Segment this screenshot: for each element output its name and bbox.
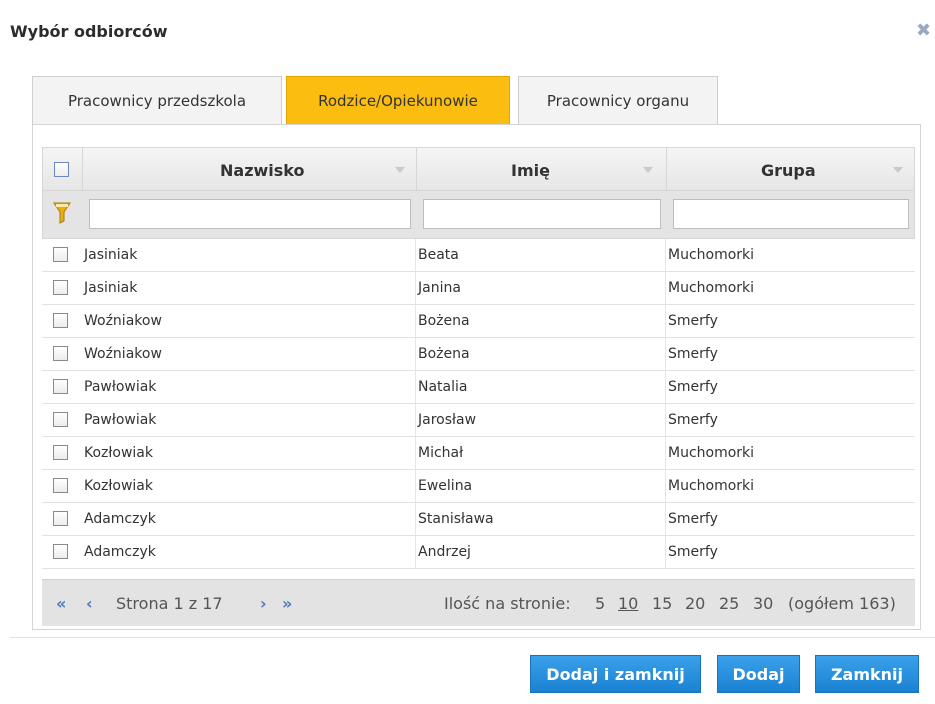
cell-nazwisko: Woźniakow bbox=[82, 338, 416, 370]
row-checkbox[interactable] bbox=[53, 478, 68, 493]
page-indicator: Strona 1 z 17 bbox=[116, 594, 223, 613]
column-nazwisko[interactable]: Nazwisko bbox=[83, 148, 417, 192]
cell-grupa: Smerfy bbox=[668, 379, 718, 395]
cell-nazwisko: Adamczyk bbox=[82, 536, 416, 568]
add-button[interactable]: Dodaj bbox=[717, 655, 800, 693]
tab-rodzice-opiekunowie[interactable]: Rodzice/Opiekunowie bbox=[286, 76, 510, 124]
cell-nazwisko: Woźniakow bbox=[82, 305, 416, 337]
grid-header: Nazwisko Imię Grupa bbox=[42, 147, 916, 192]
filter-icon[interactable] bbox=[53, 201, 71, 225]
per-page-option-5[interactable]: 5 bbox=[595, 594, 605, 613]
total-count: (ogółem 163) bbox=[788, 594, 896, 613]
last-page-button[interactable]: » bbox=[282, 594, 292, 613]
table-row[interactable]: Adamczyk Andrzej Smerfy bbox=[42, 536, 915, 569]
cell-imie: Bożena bbox=[416, 305, 666, 337]
row-checkbox[interactable] bbox=[53, 313, 68, 328]
table-row[interactable]: Pawłowiak Jarosław Smerfy bbox=[42, 404, 915, 437]
tab-pracownicy-organu[interactable]: Pracownicy organu bbox=[518, 76, 718, 124]
next-page-button[interactable]: › bbox=[260, 594, 267, 613]
column-grupa[interactable]: Grupa bbox=[667, 148, 916, 192]
table-row[interactable]: Jasiniak Beata Muchomorki bbox=[42, 239, 915, 272]
column-imie[interactable]: Imię bbox=[417, 148, 667, 192]
select-all-checkbox[interactable] bbox=[54, 162, 69, 177]
per-page-option-25[interactable]: 25 bbox=[719, 594, 739, 613]
table-row[interactable]: Woźniakow Bożena Smerfy bbox=[42, 338, 915, 371]
chevron-down-icon[interactable] bbox=[643, 167, 653, 173]
cell-grupa: Muchomorki bbox=[668, 478, 755, 494]
filter-row bbox=[42, 191, 915, 239]
table-row[interactable]: Kozłowiak Michał Muchomorki bbox=[42, 437, 915, 470]
cell-nazwisko: Jasiniak bbox=[82, 272, 416, 304]
per-page-option-15[interactable]: 15 bbox=[652, 594, 672, 613]
cell-imie: Bożena bbox=[416, 338, 666, 370]
chevron-down-icon[interactable] bbox=[395, 167, 405, 173]
cell-imie: Ewelina bbox=[416, 470, 666, 502]
dialog-titlebar: Wybór odbiorców ✖ bbox=[0, 0, 935, 74]
filter-grupa-input[interactable] bbox=[673, 199, 909, 229]
cell-grupa: Smerfy bbox=[668, 346, 718, 362]
cell-grupa: Smerfy bbox=[668, 412, 718, 428]
close-button[interactable]: Zamknij bbox=[815, 655, 919, 693]
cell-imie: Beata bbox=[416, 239, 666, 271]
cell-grupa: Muchomorki bbox=[668, 445, 755, 461]
cell-imie: Natalia bbox=[416, 371, 666, 403]
add-and-close-button[interactable]: Dodaj i zamknij bbox=[530, 655, 701, 693]
cell-nazwisko: Kozłowiak bbox=[82, 470, 416, 502]
cell-imie: Stanisława bbox=[416, 503, 666, 535]
row-checkbox[interactable] bbox=[53, 544, 68, 559]
cell-imie: Janina bbox=[416, 272, 666, 304]
row-checkbox[interactable] bbox=[53, 247, 68, 262]
per-page-option-20[interactable]: 20 bbox=[685, 594, 705, 613]
cell-grupa: Muchomorki bbox=[668, 247, 755, 263]
filter-nazwisko-input[interactable] bbox=[89, 199, 411, 229]
cell-grupa: Muchomorki bbox=[668, 280, 755, 296]
cell-imie: Andrzej bbox=[416, 536, 666, 568]
row-checkbox[interactable] bbox=[53, 346, 68, 361]
column-imie-label: Imię bbox=[511, 161, 550, 180]
cell-nazwisko: Pawłowiak bbox=[82, 371, 416, 403]
column-nazwisko-label: Nazwisko bbox=[220, 161, 305, 180]
column-grupa-label: Grupa bbox=[761, 161, 816, 180]
cell-imie: Michał bbox=[416, 437, 666, 469]
chevron-down-icon[interactable] bbox=[893, 167, 903, 173]
prev-page-button[interactable]: ‹ bbox=[86, 594, 93, 613]
cell-nazwisko: Kozłowiak bbox=[82, 437, 416, 469]
row-checkbox[interactable] bbox=[53, 280, 68, 295]
cell-nazwisko: Pawłowiak bbox=[82, 404, 416, 436]
divider bbox=[10, 637, 935, 638]
row-checkbox[interactable] bbox=[53, 379, 68, 394]
table-row[interactable]: Adamczyk Stanisława Smerfy bbox=[42, 503, 915, 536]
table-row[interactable]: Pawłowiak Natalia Smerfy bbox=[42, 371, 915, 404]
cell-imie: Jarosław bbox=[416, 404, 666, 436]
per-page-label: Ilość na stronie: bbox=[444, 594, 571, 613]
cell-grupa: Smerfy bbox=[668, 511, 718, 527]
row-checkbox[interactable] bbox=[53, 445, 68, 460]
first-page-button[interactable]: « bbox=[56, 594, 66, 613]
per-page-option-10[interactable]: 10 bbox=[618, 594, 638, 613]
pager: « ‹ Strona 1 z 17 › » Ilość na stronie: … bbox=[42, 579, 915, 626]
per-page-option-30[interactable]: 30 bbox=[753, 594, 773, 613]
row-checkbox[interactable] bbox=[53, 412, 68, 427]
cell-nazwisko: Adamczyk bbox=[82, 503, 416, 535]
table-row[interactable]: Jasiniak Janina Muchomorki bbox=[42, 272, 915, 305]
cell-nazwisko: Jasiniak bbox=[82, 239, 416, 271]
select-all-column bbox=[43, 148, 83, 192]
row-checkbox[interactable] bbox=[53, 511, 68, 526]
dialog-title: Wybór odbiorców bbox=[10, 22, 168, 41]
tab-pracownicy-przedszkola[interactable]: Pracownicy przedszkola bbox=[32, 76, 282, 124]
cell-grupa: Smerfy bbox=[668, 313, 718, 329]
table-row[interactable]: Kozłowiak Ewelina Muchomorki bbox=[42, 470, 915, 503]
cell-grupa: Smerfy bbox=[668, 544, 718, 560]
filter-imie-input[interactable] bbox=[423, 199, 661, 229]
table-row[interactable]: Woźniakow Bożena Smerfy bbox=[42, 305, 915, 338]
close-icon[interactable]: ✖ bbox=[916, 20, 931, 41]
